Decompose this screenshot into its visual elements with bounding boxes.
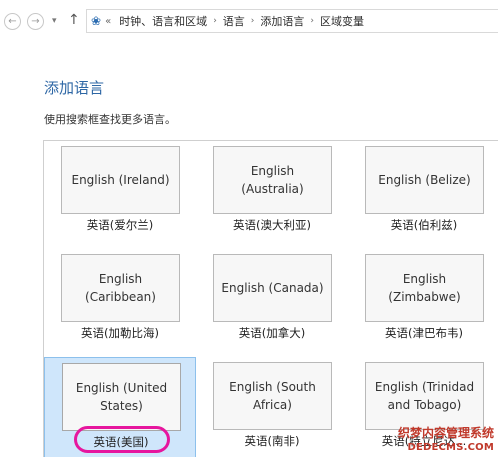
language-tile: English (Caribbean) — [61, 254, 180, 322]
history-dropdown-button[interactable]: ▾ — [52, 13, 57, 29]
language-tile: English (Belize) — [365, 146, 484, 214]
arrow-right-icon: → — [31, 16, 40, 27]
back-button[interactable]: ← — [4, 13, 21, 30]
language-label: 英语(南非) — [244, 434, 300, 448]
language-tile: English (Australia) — [213, 146, 332, 214]
watermark-line: 织梦内容管理系统 — [397, 426, 494, 440]
address-toolbar: ← → ▾ ↑ ❀ « 时钟、语言和区域 › 语言 › 添加语言 › 区域变量 — [0, 0, 498, 42]
language-tile: English (Ireland) — [61, 146, 180, 214]
control-panel-icon: ❀ — [91, 14, 102, 28]
language-option[interactable]: English (South Africa) 英语(南非) — [196, 357, 348, 457]
watermark: 织梦内容管理系统 DEDECMS.COM — [376, 424, 494, 453]
language-tile: English (South Africa) — [213, 362, 332, 430]
language-option[interactable]: English (Zimbabwe) 英语(津巴布韦) — [348, 249, 498, 357]
forward-button[interactable]: → — [27, 13, 44, 30]
language-label: 英语(津巴布韦) — [385, 326, 463, 340]
language-label: 英语(加拿大) — [238, 326, 306, 340]
language-tile: English (Zimbabwe) — [365, 254, 484, 322]
up-button[interactable]: ↑ — [68, 11, 80, 29]
page-title: 添加语言 — [44, 79, 105, 97]
language-option[interactable]: English (Ireland) 英语(爱尔兰) — [44, 141, 196, 249]
search-hint: 使用搜索框查找更多语言。 — [44, 113, 176, 126]
breadcrumb-separator-icon[interactable]: › — [213, 16, 217, 26]
breadcrumb-separator-icon[interactable]: › — [251, 16, 255, 26]
language-label: 英语(澳大利亚) — [233, 218, 311, 232]
breadcrumb-item[interactable]: 语言 — [223, 13, 245, 29]
breadcrumb-item[interactable]: 添加语言 — [260, 13, 304, 29]
watermark-line: DEDECMS.COM — [407, 442, 494, 453]
arrow-up-icon: ↑ — [68, 12, 80, 28]
breadcrumb-item[interactable]: 时钟、语言和区域 — [119, 13, 207, 29]
language-option[interactable]: English (Australia) 英语(澳大利亚) — [196, 141, 348, 249]
address-bar[interactable]: ❀ « 时钟、语言和区域 › 语言 › 添加语言 › 区域变量 — [86, 9, 498, 33]
arrow-left-icon: ← — [8, 16, 17, 27]
breadcrumb-item[interactable]: 区域变量 — [320, 13, 364, 29]
language-tile: English (United States) — [62, 363, 181, 431]
language-tile: English (Trinidad and Tobago) — [365, 362, 484, 430]
language-tile: English (Canada) — [213, 254, 332, 322]
language-label: 英语(爱尔兰) — [86, 218, 154, 232]
language-label: 英语(伯利兹) — [390, 218, 458, 232]
overflow-chevron-icon[interactable]: « — [105, 16, 111, 27]
language-label: 英语(加勒比海) — [81, 326, 159, 340]
language-option[interactable]: English (Canada) 英语(加拿大) — [196, 249, 348, 357]
language-option[interactable]: English (Caribbean) 英语(加勒比海) — [44, 249, 196, 357]
highlight-annotation — [74, 426, 170, 453]
language-grid: English (Ireland) 英语(爱尔兰) English (Austr… — [43, 140, 498, 457]
chevron-down-icon: ▾ — [52, 16, 57, 26]
language-option[interactable]: English (Belize) 英语(伯利兹) — [348, 141, 498, 249]
breadcrumb-separator-icon[interactable]: › — [310, 16, 314, 26]
